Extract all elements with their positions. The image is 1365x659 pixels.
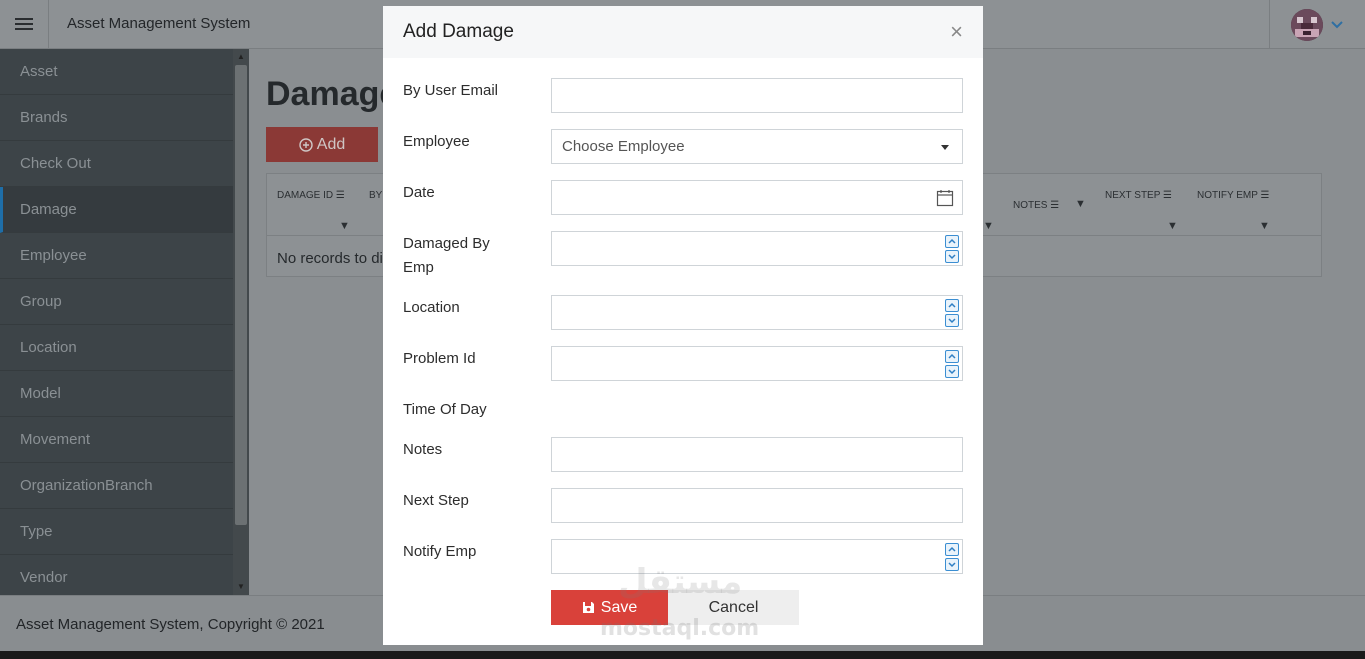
spinner-up-button[interactable]: [945, 235, 959, 248]
sidebar-item-asset[interactable]: Asset: [0, 49, 249, 95]
column-header-notify-emp[interactable]: NOTIFY EMP ☰: [1197, 190, 1270, 201]
save-button[interactable]: Save: [551, 590, 668, 625]
notify-emp-label: Notify Emp: [403, 543, 477, 560]
sidebar-item-type[interactable]: Type: [0, 509, 249, 555]
sidebar-item-location[interactable]: Location: [0, 325, 249, 371]
spinner-down-button[interactable]: [945, 558, 959, 571]
scroll-up-icon[interactable]: ▲: [235, 51, 247, 63]
spinner-down-button[interactable]: [945, 250, 959, 263]
spinner-up-button[interactable]: [945, 299, 959, 312]
chevron-down-icon: [1330, 20, 1343, 28]
taskbar-strip: [0, 651, 1365, 659]
avatar[interactable]: [1290, 8, 1323, 41]
scrollbar-thumb[interactable]: [235, 65, 247, 525]
sidebar-item-employee[interactable]: Employee: [0, 233, 249, 279]
column-header-notes[interactable]: NOTES ☰: [1013, 200, 1059, 211]
sidebar-item-label: Type: [20, 523, 53, 540]
spinner-up-button[interactable]: [945, 350, 959, 363]
column-header-damage-id[interactable]: DAMAGE ID ☰: [277, 190, 345, 201]
sidebar-item-label: Damage: [20, 201, 77, 218]
close-icon[interactable]: ×: [950, 21, 963, 43]
next-step-field[interactable]: [551, 488, 963, 523]
add-button[interactable]: Add: [266, 127, 378, 162]
filter-icon[interactable]: ▼: [339, 220, 350, 232]
column-header-next-step[interactable]: NEXT STEP ☰: [1105, 190, 1172, 201]
sidebar-item-organization-branch[interactable]: OrganizationBranch: [0, 463, 249, 509]
sidebar-item-brands[interactable]: Brands: [0, 95, 249, 141]
footer-copyright: Asset Management System, Copyright © 202…: [16, 616, 325, 633]
page-title: Damage: [266, 75, 399, 113]
column-header-by[interactable]: BY: [369, 190, 382, 201]
employee-select-placeholder: Choose Employee: [562, 138, 685, 155]
problem-id-field[interactable]: [551, 346, 963, 381]
sidebar-item-damage[interactable]: Damage: [0, 187, 249, 233]
numeric-spinner: [945, 350, 959, 378]
damaged-by-emp-label: Damaged By Emp: [403, 235, 490, 276]
app-title: Asset Management System: [67, 15, 251, 32]
problem-id-label: Problem Id: [403, 350, 476, 367]
plus-circle-icon: [299, 137, 313, 152]
caret-down-icon: [941, 145, 949, 150]
menu-toggle-button[interactable]: [0, 0, 49, 49]
sidebar-item-label: OrganizationBranch: [20, 477, 153, 494]
numeric-spinner: [945, 235, 959, 263]
sidebar-item-group[interactable]: Group: [0, 279, 249, 325]
filter-icon[interactable]: ▼: [1259, 220, 1270, 232]
employee-label: Employee: [403, 133, 470, 150]
notes-label: Notes: [403, 441, 443, 458]
dialog-title: Add Damage: [403, 21, 514, 42]
damaged-by-emp-field[interactable]: [551, 231, 963, 266]
add-button-label: Add: [316, 135, 346, 153]
calendar-icon[interactable]: [936, 189, 954, 207]
by-user-email-field[interactable]: [551, 78, 963, 113]
sidebar: Asset Brands Check Out Damage Employee G…: [0, 49, 249, 601]
notes-field[interactable]: [551, 437, 963, 472]
sidebar-item-label: Vendor: [20, 569, 68, 586]
user-menu[interactable]: [1269, 0, 1365, 49]
notify-emp-field[interactable]: [551, 539, 963, 574]
sidebar-item-check-out[interactable]: Check Out: [0, 141, 249, 187]
sidebar-item-label: Model: [20, 385, 61, 402]
by-user-email-label: By User Email: [403, 82, 499, 99]
cancel-button-label: Cancel: [708, 598, 759, 616]
employee-select[interactable]: Choose Employee: [551, 129, 963, 164]
spinner-up-button[interactable]: [945, 543, 959, 556]
location-field[interactable]: [551, 295, 963, 330]
sidebar-item-label: Asset: [20, 63, 58, 80]
date-label: Date: [403, 184, 435, 201]
sidebar-item-label: Group: [20, 293, 62, 310]
filter-icon[interactable]: ▼: [1075, 198, 1086, 210]
sidebar-scrollbar[interactable]: ▲ ▼: [233, 49, 249, 595]
save-button-label: Save: [600, 598, 638, 616]
spinner-down-button[interactable]: [945, 314, 959, 327]
hamburger-icon: [15, 18, 33, 31]
numeric-spinner: [945, 543, 959, 571]
filter-icon[interactable]: ▼: [1167, 220, 1178, 232]
floppy-disk-icon: [582, 602, 594, 613]
spinner-down-button[interactable]: [945, 365, 959, 378]
time-of-day-label: Time Of Day: [403, 401, 487, 418]
add-damage-dialog: Add Damage × By User Email Employee Choo…: [383, 6, 983, 645]
sidebar-item-label: Brands: [20, 109, 68, 126]
location-label: Location: [403, 299, 460, 316]
scroll-down-icon[interactable]: ▼: [235, 581, 247, 593]
sidebar-item-label: Location: [20, 339, 77, 356]
sidebar-item-model[interactable]: Model: [0, 371, 249, 417]
cancel-button[interactable]: Cancel: [668, 590, 799, 625]
date-field[interactable]: [551, 180, 963, 215]
sidebar-item-label: Movement: [20, 431, 91, 448]
sidebar-item-label: Check Out: [20, 155, 91, 172]
next-step-label: Next Step: [403, 492, 469, 509]
sidebar-item-label: Employee: [20, 247, 87, 264]
filter-icon[interactable]: ▼: [983, 220, 994, 232]
sidebar-item-movement[interactable]: Movement: [0, 417, 249, 463]
dialog-header: Add Damage ×: [383, 6, 983, 58]
numeric-spinner: [945, 299, 959, 327]
